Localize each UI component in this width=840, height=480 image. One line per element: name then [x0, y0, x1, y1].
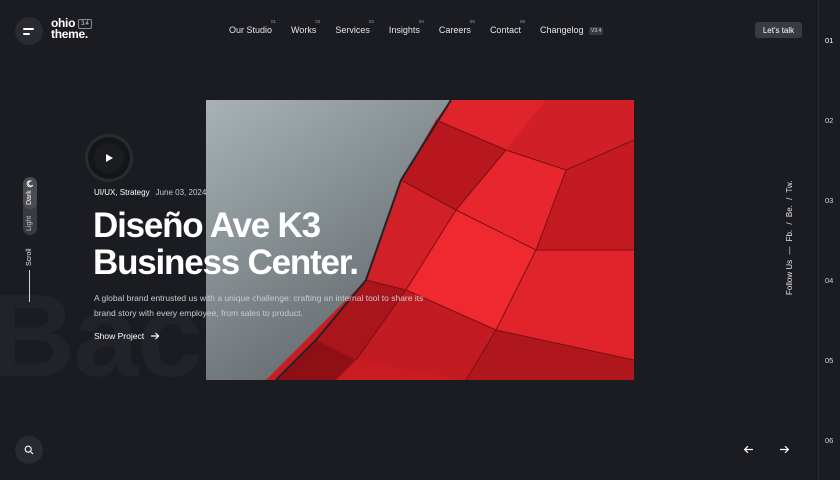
theme-light-label: Light [26, 215, 33, 231]
main-nav: Our Studio 01 Works 02 Services 03 Insig… [229, 19, 622, 35]
slide-number-2[interactable]: 02 [825, 116, 833, 125]
follow-us-label: Follow Us [785, 259, 794, 295]
arrow-right-icon [779, 445, 789, 453]
play-video-button[interactable] [88, 137, 130, 179]
arrow-left-icon [743, 445, 753, 453]
nav-number: 04 [418, 19, 424, 24]
slide-number-3[interactable]: 03 [825, 196, 833, 205]
slide-pagination: 01 02 03 04 05 06 [818, 0, 840, 480]
nav-item-contact[interactable]: Contact 06 [490, 19, 525, 35]
search-button[interactable] [15, 436, 43, 464]
nav-number: 05 [469, 19, 475, 24]
slide-number-1[interactable]: 01 [825, 36, 833, 45]
project-title: Diseño Ave K3 Business Center. [93, 206, 359, 282]
slide-number-4[interactable]: 04 [825, 276, 833, 285]
logo[interactable]: ohio 3.4 theme. [51, 17, 92, 41]
project-description: A global brand entrusted us with a uniqu… [94, 293, 424, 318]
project-meta: UI/UX, Strategy June 03, 2024 [94, 188, 206, 197]
nav-item-services[interactable]: Services 03 [335, 19, 374, 35]
scroll-indicator-line [29, 270, 30, 302]
nav-item-insights[interactable]: Insights 04 [389, 19, 424, 35]
project-date: June 03, 2024 [155, 188, 207, 197]
show-project-link[interactable]: Show Project [94, 331, 160, 341]
search-icon [24, 445, 34, 455]
slide-number-6[interactable]: 06 [825, 436, 833, 445]
nav-number: 03 [368, 19, 374, 24]
nav-item-careers[interactable]: Careers 05 [439, 19, 475, 35]
arrow-right-icon [151, 332, 160, 340]
social-link-be[interactable]: Be. [785, 205, 794, 217]
scroll-label: Scroll [26, 248, 33, 266]
logo-text: theme. [51, 27, 88, 41]
nav-number: 01 [271, 19, 277, 24]
theme-dark-label: Dark [26, 190, 33, 205]
social-link-tw[interactable]: Tw. [785, 181, 794, 193]
nav-item-works[interactable]: Works 02 [291, 19, 320, 35]
social-link-fb[interactable]: Fb. [785, 230, 794, 242]
play-icon [106, 154, 113, 162]
social-links: Follow Us — Fb. / Be. / Tw. [785, 181, 794, 295]
changelog-version-badge: V3.4 [589, 27, 604, 35]
show-project-label: Show Project [94, 331, 145, 341]
nav-item-changelog[interactable]: Changelog V3.4 [540, 25, 604, 35]
hamburger-icon-line [22, 27, 34, 30]
prev-slide-button[interactable] [740, 441, 756, 457]
moon-icon [26, 180, 34, 188]
project-category[interactable]: UI/UX, Strategy [94, 188, 150, 197]
menu-button[interactable] [15, 17, 43, 45]
social-separator: / [785, 222, 794, 225]
hamburger-icon-line [22, 32, 30, 35]
lets-talk-button[interactable]: Let's talk [755, 22, 802, 38]
slide-number-5[interactable]: 05 [825, 356, 833, 365]
social-separator: — [785, 246, 794, 255]
nav-number: 02 [315, 19, 321, 24]
nav-item-our-studio[interactable]: Our Studio 01 [229, 19, 276, 35]
nav-number: 06 [519, 19, 525, 24]
next-slide-button[interactable] [776, 441, 792, 457]
social-separator: / [785, 197, 794, 200]
